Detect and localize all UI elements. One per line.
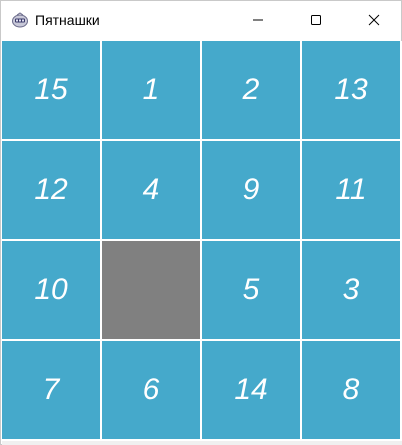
maximize-icon [311, 15, 321, 25]
close-button[interactable] [345, 1, 402, 39]
tile[interactable]: 9 [202, 141, 300, 239]
tile[interactable]: 1 [102, 41, 200, 139]
window-bottom-edge [2, 441, 402, 445]
tile[interactable]: 10 [2, 241, 100, 339]
tile[interactable]: 6 [102, 341, 200, 439]
title-bar[interactable]: Пятнашки [1, 1, 401, 39]
tile[interactable]: 3 [302, 241, 400, 339]
tile[interactable]: 11 [302, 141, 400, 239]
empty-tile [102, 241, 200, 339]
tile[interactable]: 7 [2, 341, 100, 439]
tile[interactable]: 13 [302, 41, 400, 139]
tile[interactable]: 2 [202, 41, 300, 139]
tile[interactable]: 14 [202, 341, 300, 439]
tile[interactable]: 4 [102, 141, 200, 239]
close-icon [368, 14, 380, 26]
window-title: Пятнашки [35, 12, 100, 28]
app-icon [12, 12, 28, 28]
maximize-button[interactable] [287, 1, 345, 39]
tile[interactable]: 15 [2, 41, 100, 139]
app-window: Пятнашки 15 1 2 13 12 4 9 11 10 5 3 7 6 … [0, 0, 402, 445]
minimize-icon [253, 19, 263, 21]
tile[interactable]: 8 [302, 341, 400, 439]
minimize-button[interactable] [229, 1, 287, 39]
tile[interactable]: 12 [2, 141, 100, 239]
puzzle-board: 15 1 2 13 12 4 9 11 10 5 3 7 6 14 8 [2, 41, 402, 441]
tile[interactable]: 5 [202, 241, 300, 339]
